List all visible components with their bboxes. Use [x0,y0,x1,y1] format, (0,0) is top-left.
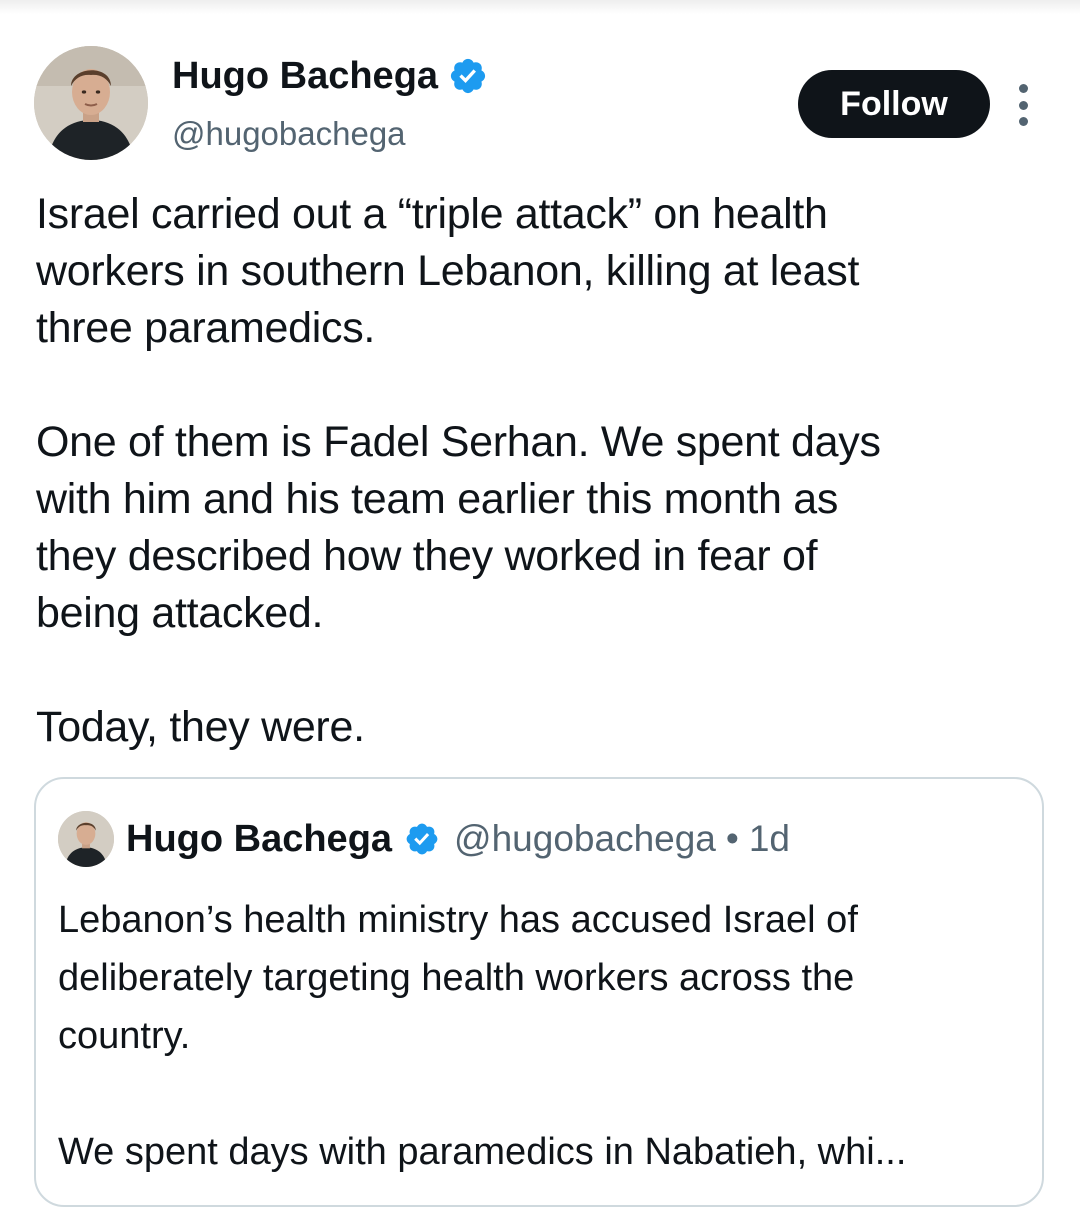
tweet-line: they described how they worked in fear o… [36,532,818,580]
quoted-timestamp[interactable]: 1d [749,818,790,860]
quoted-paragraph: We spent days with paramedics in Nabatie… [58,1123,1028,1181]
verified-badge-icon [448,56,488,96]
verified-badge-icon [404,821,440,857]
tweet-line: three paramedics. [36,304,376,352]
quoted-author-avatar[interactable] [58,811,114,867]
author-name[interactable]: Hugo Bachega [172,52,438,100]
more-dot [1018,117,1028,126]
author-avatar[interactable] [34,46,148,160]
quoted-tweet-card[interactable]: Hugo Bachega @hugobachega • 1d Lebanon’s… [34,777,1044,1207]
quoted-line: Lebanon’s health ministry has accused Is… [58,899,858,941]
quoted-line: country. [58,1015,191,1057]
follow-button[interactable]: Follow [798,70,990,138]
separator-dot: • [725,818,739,859]
quoted-line: deliberately targeting health workers ac… [58,957,855,999]
quoted-author-handle[interactable]: @hugobachega [454,818,716,860]
tweet-paragraph: Israel carried out a “triple attack” on … [36,186,1046,357]
tweet-line: with him and his team earlier this month… [36,475,839,523]
more-vertical-icon[interactable] [1012,84,1034,126]
tweet-line: One of them is Fadel Serhan. We spent da… [36,418,881,466]
tweet-line: Today, they were. [36,703,365,751]
top-edge [0,0,1080,14]
tweet-line: workers in southern Lebanon, killing at … [36,247,860,295]
tweet-paragraph: Today, they were. [36,699,1046,756]
quoted-author-name[interactable]: Hugo Bachega [126,818,392,861]
more-dot [1018,84,1028,93]
tweet-text: Israel carried out a “triple attack” on … [36,186,1046,813]
tweet-paragraph: One of them is Fadel Serhan. We spent da… [36,414,1046,642]
tweet-line: being attacked. [36,589,324,637]
more-dot [1018,100,1028,110]
avatar-photo [34,46,148,160]
author-handle[interactable]: @hugobachega [172,112,406,156]
quoted-paragraph: Lebanon’s health ministry has accused Is… [58,891,1028,1065]
author-header: Hugo Bachega [172,52,488,100]
avatar-photo [58,811,114,867]
quoted-tweet-header: Hugo Bachega @hugobachega • 1d [58,811,790,867]
quoted-line: We spent days with paramedics in Nabatie… [58,1131,907,1173]
quoted-tweet-text: Lebanon’s health ministry has accused Is… [58,891,1028,1205]
tweet-line: Israel carried out a “triple attack” on … [36,190,828,238]
